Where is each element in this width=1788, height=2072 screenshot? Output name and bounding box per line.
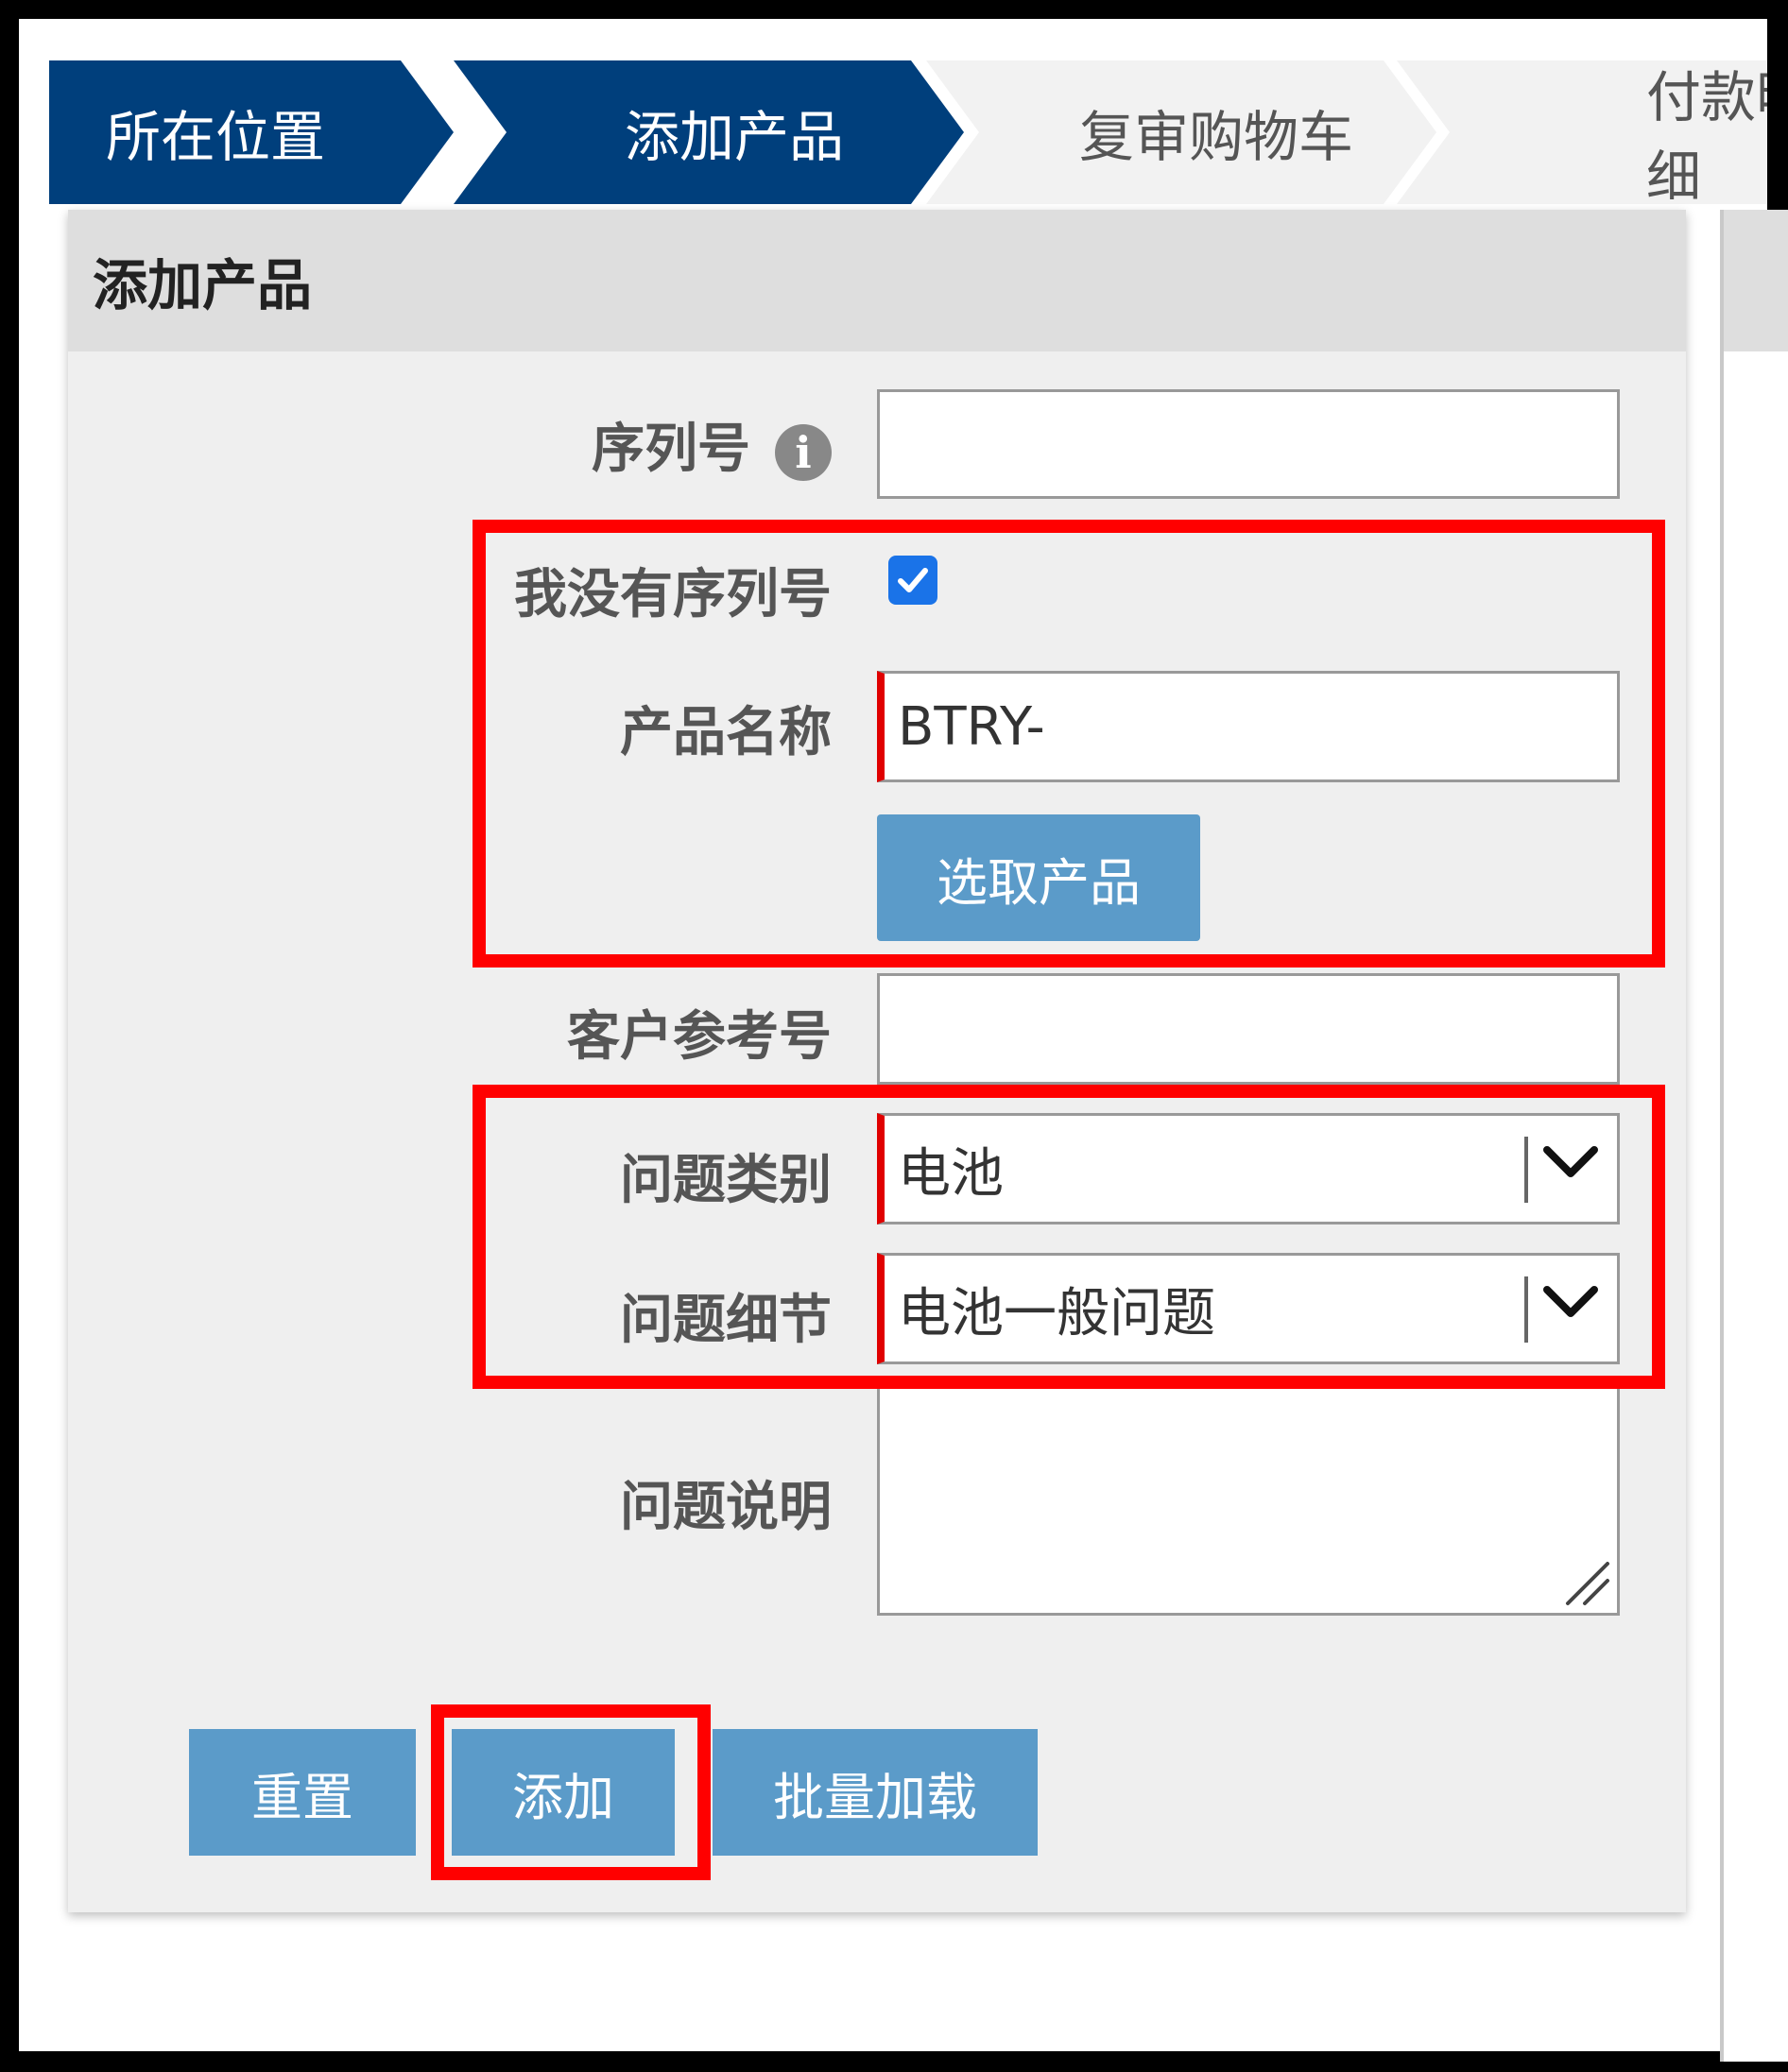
serial-number-input[interactable] [877, 389, 1620, 499]
bulk-load-button[interactable]: 批量加载 [713, 1729, 1038, 1856]
step-add-product[interactable]: 添加产品 [454, 60, 964, 204]
step-payment-details[interactable]: 付款明细 [1397, 60, 1767, 204]
step-location[interactable]: 所在位置 [49, 60, 454, 204]
customer-reference-input[interactable] [877, 973, 1620, 1085]
customer-reference-label: 客户参考号 [567, 1006, 832, 1068]
side-panel [1720, 210, 1788, 2062]
highlight-box-issue [473, 1085, 1665, 1389]
step-breadcrumb: 所在位置 添加产品 复审购物车 付款明细 [49, 60, 1767, 204]
reset-button[interactable]: 重置 [189, 1729, 416, 1856]
panel-title: 添加产品 [68, 210, 1686, 351]
resize-grip-icon[interactable] [1562, 1558, 1611, 1607]
highlight-box-add-button [431, 1704, 711, 1880]
serial-number-label: 序列号 i [592, 406, 832, 483]
highlight-box-product [473, 520, 1665, 968]
issue-description-label: 问题说明 [620, 1477, 832, 1538]
info-icon[interactable]: i [775, 423, 832, 481]
step-review-cart[interactable]: 复审购物车 [926, 60, 1436, 204]
issue-description-textarea[interactable] [877, 1381, 1620, 1616]
